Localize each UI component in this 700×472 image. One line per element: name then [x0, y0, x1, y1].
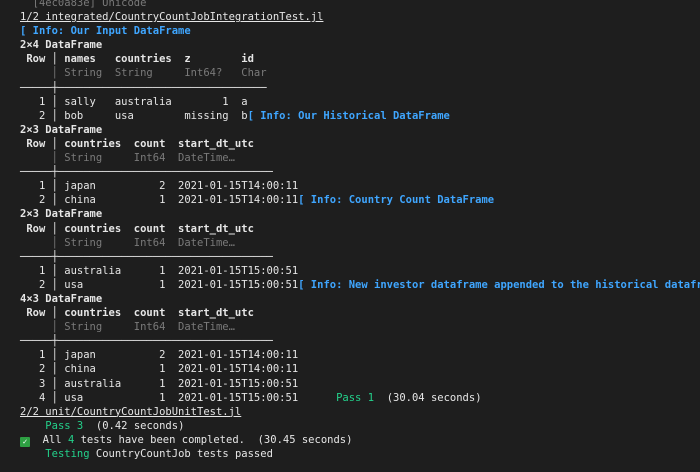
table-header-text: Row │ countries count start_dt_utc [20, 222, 254, 235]
pass-label: Pass 1 [336, 391, 375, 404]
table-row: 2 │ china 1 2021-01-15T14:00:11 [20, 362, 700, 376]
table-row: 1 │ japan 2 2021-01-15T14:00:11 [20, 348, 700, 362]
table-row-text: 3 │ australia 1 2021-01-15T15:00:51 [20, 377, 299, 390]
testing-text: CountryCountJob tests passed [95, 448, 273, 460]
testing-line: Testing CountryCountJob tests passed [20, 447, 700, 461]
test-file-text: 1/2 integrated/CountryCountJobIntegratio… [20, 11, 324, 24]
pass-label: Pass 3 [45, 419, 84, 432]
table-row: 2 │ china 1 2021-01-15T14:00:11[ Info: C… [20, 193, 700, 207]
dataframe-title-text: 2×3 DataFrame [20, 208, 103, 221]
table-header-text: Row │ countries count start_dt_utc [20, 137, 254, 150]
table-row-text: 2 │ usa 1 2021-01-15T15:00:51 [20, 278, 299, 291]
table-types-text: │ String String Int64? Char [20, 67, 267, 80]
summary-line: ✓ All 4 tests have been completed. (30.4… [20, 433, 700, 447]
table-row-text: 2 │ china 1 2021-01-15T14:00:11 [20, 363, 299, 376]
table-types: │ String Int64 DateTime… [20, 151, 700, 165]
dataframe-title: 2×3 DataFrame [20, 123, 700, 137]
table-header-text: Row │ names countries z id [20, 53, 254, 66]
dataframe-title: 4×3 DataFrame [20, 292, 700, 306]
pass-line: Pass 3 (0.42 seconds) [20, 419, 700, 433]
table-header: Row │ names countries z id [20, 52, 700, 66]
check-square-icon: ✓ [20, 436, 30, 447]
table-row-text: 1 │ sally australia 1 a [20, 95, 248, 108]
dataframe-title-text: 2×3 DataFrame [20, 123, 103, 136]
table-row-text: 2 │ china 1 2021-01-15T14:00:11 [20, 194, 299, 207]
dataframe-title: 2×4 DataFrame [20, 38, 700, 52]
table-types-text: │ String Int64 DateTime… [20, 321, 235, 334]
table-row-text: 1 │ australia 1 2021-01-15T15:00:51 [20, 264, 299, 277]
table-row: 3 │ australia 1 2021-01-15T15:00:51 [20, 377, 700, 391]
info-suffix: [ Info: Our Historical DataFrame [247, 109, 450, 122]
table-types: │ String Int64 DateTime… [20, 320, 700, 334]
table-types: │ String String Int64? Char [20, 66, 700, 80]
pass-duration: (30.04 seconds) [386, 391, 482, 404]
table-divider-text: ─────┼────────────────────────────────── [20, 335, 273, 348]
table-row: 1 │ japan 2 2021-01-15T14:00:11 [20, 179, 700, 193]
table-divider: ─────┼────────────────────────────────── [20, 250, 700, 264]
table-header-text: Row │ countries count start_dt_utc [20, 307, 254, 320]
table-row: 1 │ sally australia 1 a [20, 95, 700, 109]
pass-duration: (0.42 seconds) [95, 419, 185, 432]
table-row-text: 1 │ japan 2 2021-01-15T14:00:11 [20, 349, 299, 362]
summary-suffix: tests have been completed. (30.45 second… [74, 433, 353, 446]
table-row: 4 │ usa 1 2021-01-15T15:00:51 Pass 1 (30… [20, 391, 700, 405]
testing-label: Testing [45, 448, 90, 460]
table-header: Row │ countries count start_dt_utc [20, 306, 700, 320]
info-suffix: [ Info: Country Count DataFrame [298, 194, 495, 207]
table-types: │ String Int64 DateTime… [20, 236, 700, 250]
summary-prefix: All [42, 433, 68, 446]
table-row: 2 │ usa 1 2021-01-15T15:00:51[ Info: New… [20, 278, 700, 292]
dataframe-title: 2×3 DataFrame [20, 207, 700, 221]
table-row-text: 4 │ usa 1 2021-01-15T15:00:51 [20, 391, 299, 404]
table-types-text: │ String Int64 DateTime… [20, 236, 235, 249]
dataframe-title-text: 2×4 DataFrame [20, 39, 103, 52]
table-row: 1 │ australia 1 2021-01-15T15:00:51 [20, 264, 700, 278]
table-divider: ─────┼────────────────────────────────── [20, 334, 700, 348]
test-file-text: 2/2 unit/CountryCountJobUnitTest.jl [20, 405, 242, 418]
table-row: 2 │ bob usa missing b[ Info: Our Histori… [20, 109, 700, 123]
table-header: Row │ countries count start_dt_utc [20, 222, 700, 236]
package-text: [4ec0a83e] Unicode [20, 0, 147, 9]
info-suffix: [ Info: New investor dataframe appended … [298, 278, 700, 291]
table-types-text: │ String Int64 DateTime… [20, 152, 235, 165]
table-row-text: 2 │ bob usa missing b [20, 109, 248, 122]
package-line: [4ec0a83e] Unicode [20, 0, 700, 10]
table-divider: ─────┼────────────────────────────────── [20, 165, 700, 179]
dataframe-title-text: 4×3 DataFrame [20, 292, 103, 305]
table-divider-text: ─────┼────────────────────────────────── [20, 250, 273, 263]
table-row-text: 1 │ japan 2 2021-01-15T14:00:11 [20, 180, 299, 193]
table-divider-text: ─────┼────────────────────────────────── [20, 166, 273, 179]
table-header: Row │ countries count start_dt_utc [20, 137, 700, 151]
info-text: [ Info: Our Input DataFrame [20, 25, 191, 38]
table-divider: ─────┼───────────────────────────────── [20, 81, 700, 95]
terminal-output: [4ec0a83e] Unicode 1/2 integrated/Countr… [0, 0, 700, 468]
table-divider-text: ─────┼───────────────────────────────── [20, 81, 267, 94]
info-line: [ Info: Our Input DataFrame [20, 24, 700, 38]
test-file-line: 1/2 integrated/CountryCountJobIntegratio… [20, 10, 700, 24]
test-file-line: 2/2 unit/CountryCountJobUnitTest.jl [20, 405, 700, 419]
